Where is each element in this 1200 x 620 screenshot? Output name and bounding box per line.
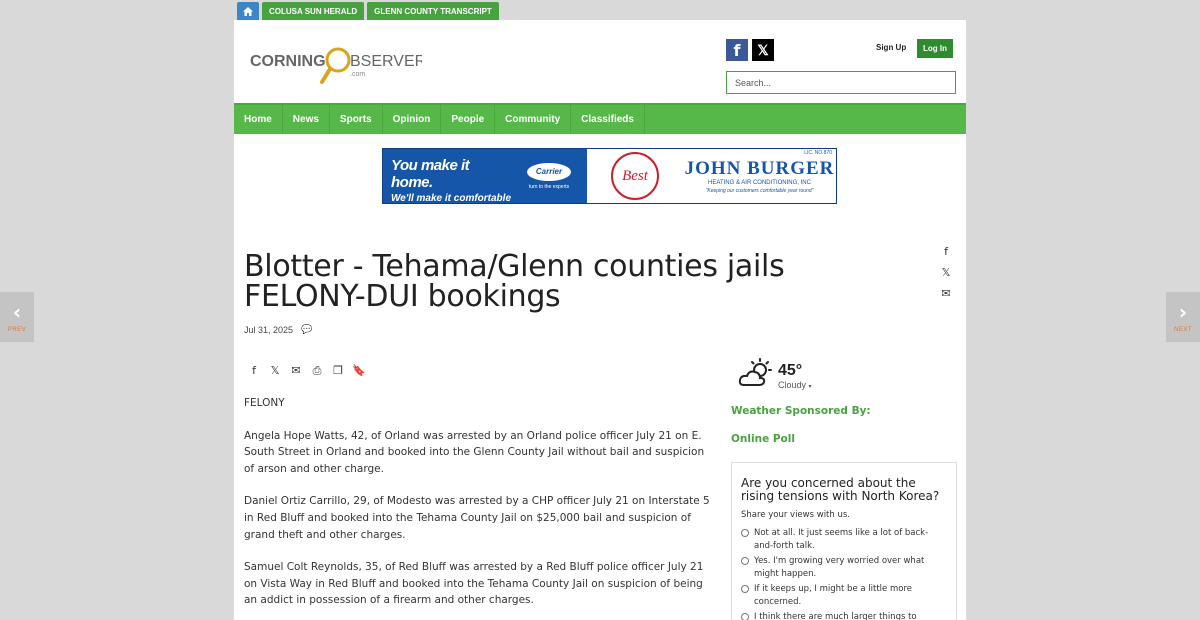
poll-heading: Online Poll — [731, 433, 795, 445]
weather-condition-text: Cloudy — [778, 380, 807, 390]
email-tool-icon[interactable]: ✉ — [290, 364, 302, 377]
site-tab-colusa[interactable]: COLUSA SUN HERALD — [262, 2, 365, 20]
poll-option[interactable]: Yes. I'm growing very worried over what … — [741, 555, 947, 580]
poll-question: Are you concerned about the rising tensi… — [741, 476, 940, 503]
site-tab-glenn[interactable]: GLENN COUNTY TRANSCRIPT — [367, 2, 499, 20]
poll-option-label: Not at all. It just seems like a lot of … — [754, 528, 929, 551]
prev-article-button[interactable]: ‹ PREV — [0, 292, 34, 342]
poll-option-label: If it keeps up, I might be a little more… — [754, 584, 912, 607]
x-share-icon[interactable]: 𝕏 — [939, 266, 953, 279]
weather-condition: Cloudy ▾ — [778, 380, 812, 390]
weather-info: 45° Cloudy ▾ — [778, 358, 812, 390]
main-nav: Home News Sports Opinion People Communit… — [234, 103, 966, 134]
best-ring: Best — [611, 152, 659, 200]
ad-banner[interactable]: You make it home. We'll make it comforta… — [382, 148, 837, 204]
nav-community[interactable]: Community — [495, 105, 572, 134]
nav-news[interactable]: News — [283, 105, 330, 134]
weather-widget[interactable]: 45° Cloudy ▾ — [738, 358, 812, 390]
radio-button[interactable] — [741, 613, 749, 620]
poll-option-label: Yes. I'm growing very worried over what … — [754, 556, 925, 579]
article-body: FELONY Angela Hope Watts, 42, of Orland … — [244, 395, 714, 620]
poll-option[interactable]: Not at all. It just seems like a lot of … — [741, 527, 947, 552]
ad-carrier-logo: Carrier turn to the experts — [511, 149, 587, 203]
page-container: CORNING BSERVER .com f 𝕏 Sign Up Log In … — [234, 20, 966, 620]
site-logo[interactable]: CORNING BSERVER .com — [250, 44, 422, 86]
ad-company-sub: HEATING & AIR CONDITIONING, INC — [708, 180, 811, 186]
article-tools: f 𝕏 ✉ ⎙ ❐ 🔖 — [248, 364, 366, 378]
carrier-tag: turn to the experts — [528, 183, 570, 190]
nav-people[interactable]: People — [441, 105, 496, 134]
sign-up-link[interactable]: Sign Up — [876, 43, 906, 52]
ad-best-badge: Best — [587, 149, 683, 203]
home-tab[interactable] — [237, 2, 259, 20]
article-paragraph: FELONY — [244, 397, 285, 409]
nav-sports[interactable]: Sports — [330, 105, 383, 134]
ad-company: LIC. NO.870 JOHN BURGER HEATING & AIR CO… — [683, 149, 836, 203]
caret-down-icon: ▾ — [808, 384, 812, 390]
next-label: NEXT — [1173, 326, 1192, 333]
poll-option[interactable]: If it keeps up, I might be a little more… — [741, 583, 947, 608]
ad-company-name: JOHN BURGER — [684, 158, 835, 179]
logo-text-a: CORNING — [250, 53, 326, 70]
email-share-icon[interactable]: ✉ — [939, 287, 953, 300]
ad-slogan: You make it home. We'll make it comforta… — [383, 149, 511, 203]
radio-button[interactable] — [741, 529, 749, 537]
carrier-oval: Carrier — [527, 162, 571, 181]
partly-cloudy-icon — [738, 358, 772, 386]
next-article-button[interactable]: › NEXT — [1166, 292, 1200, 342]
search-input[interactable]: Search... — [726, 71, 956, 94]
article-meta: Jul 31, 2025 💬 — [244, 325, 312, 335]
poll-option[interactable]: I think there are much larger things to … — [741, 611, 947, 620]
facebook-share-icon[interactable]: f — [939, 245, 953, 258]
home-icon — [243, 6, 253, 16]
ad-tagline: "Keeping our customers comfortable year … — [705, 188, 814, 194]
nav-home[interactable]: Home — [234, 105, 283, 134]
log-in-button[interactable]: Log In — [917, 39, 953, 58]
poll-subtitle: Share your views with us. — [741, 510, 851, 520]
weather-temp: 45° — [778, 362, 803, 379]
radio-button[interactable] — [741, 557, 749, 565]
facebook-tool-icon[interactable]: f — [248, 364, 260, 377]
article-title: Blotter - Tehama/Glenn counties jails FE… — [244, 249, 785, 314]
x-icon[interactable]: 𝕏 — [752, 39, 774, 61]
prev-label: PREV — [7, 326, 27, 333]
chevron-right-icon: › — [1178, 299, 1188, 324]
nav-classifieds[interactable]: Classifieds — [571, 105, 645, 134]
logo-text-b: BSERVER — [350, 53, 422, 70]
share-column: f 𝕏 ✉ — [939, 245, 953, 300]
social-links: f 𝕏 — [726, 39, 774, 61]
ad-line2: We'll make it comfortable — [391, 193, 512, 204]
facebook-icon[interactable]: f — [726, 39, 748, 61]
comments-icon[interactable]: 💬 — [301, 325, 312, 335]
site-tabs: COLUSA SUN HERALD GLENN COUNTY TRANSCRIP… — [237, 2, 499, 20]
ad-license: LIC. NO.870 — [804, 150, 832, 156]
chevron-left-icon: ‹ — [12, 299, 22, 324]
logo-sub: .com — [350, 71, 365, 78]
copy-icon[interactable]: ❐ — [332, 364, 344, 377]
radio-button[interactable] — [741, 585, 749, 593]
weather-sponsor-label: Weather Sponsored By: — [731, 405, 871, 417]
article-paragraph: Daniel Ortiz Carrillo, 29, of Modesto wa… — [244, 495, 710, 541]
poll-box: Are you concerned about the rising tensi… — [731, 462, 957, 620]
poll-option-label: I think there are much larger things to … — [754, 612, 917, 620]
bookmark-icon[interactable]: 🔖 — [352, 364, 366, 377]
article-paragraph: Samuel Colt Reynolds, 35, of Red Bluff w… — [244, 561, 704, 607]
print-icon[interactable]: ⎙ — [311, 364, 323, 377]
article-date: Jul 31, 2025 — [244, 325, 294, 335]
x-tool-icon[interactable]: 𝕏 — [269, 364, 281, 377]
nav-opinion[interactable]: Opinion — [383, 105, 442, 134]
ad-line1: You make it home. — [391, 157, 470, 191]
article-paragraph: Angela Hope Watts, 42, of Orland was arr… — [244, 429, 705, 475]
